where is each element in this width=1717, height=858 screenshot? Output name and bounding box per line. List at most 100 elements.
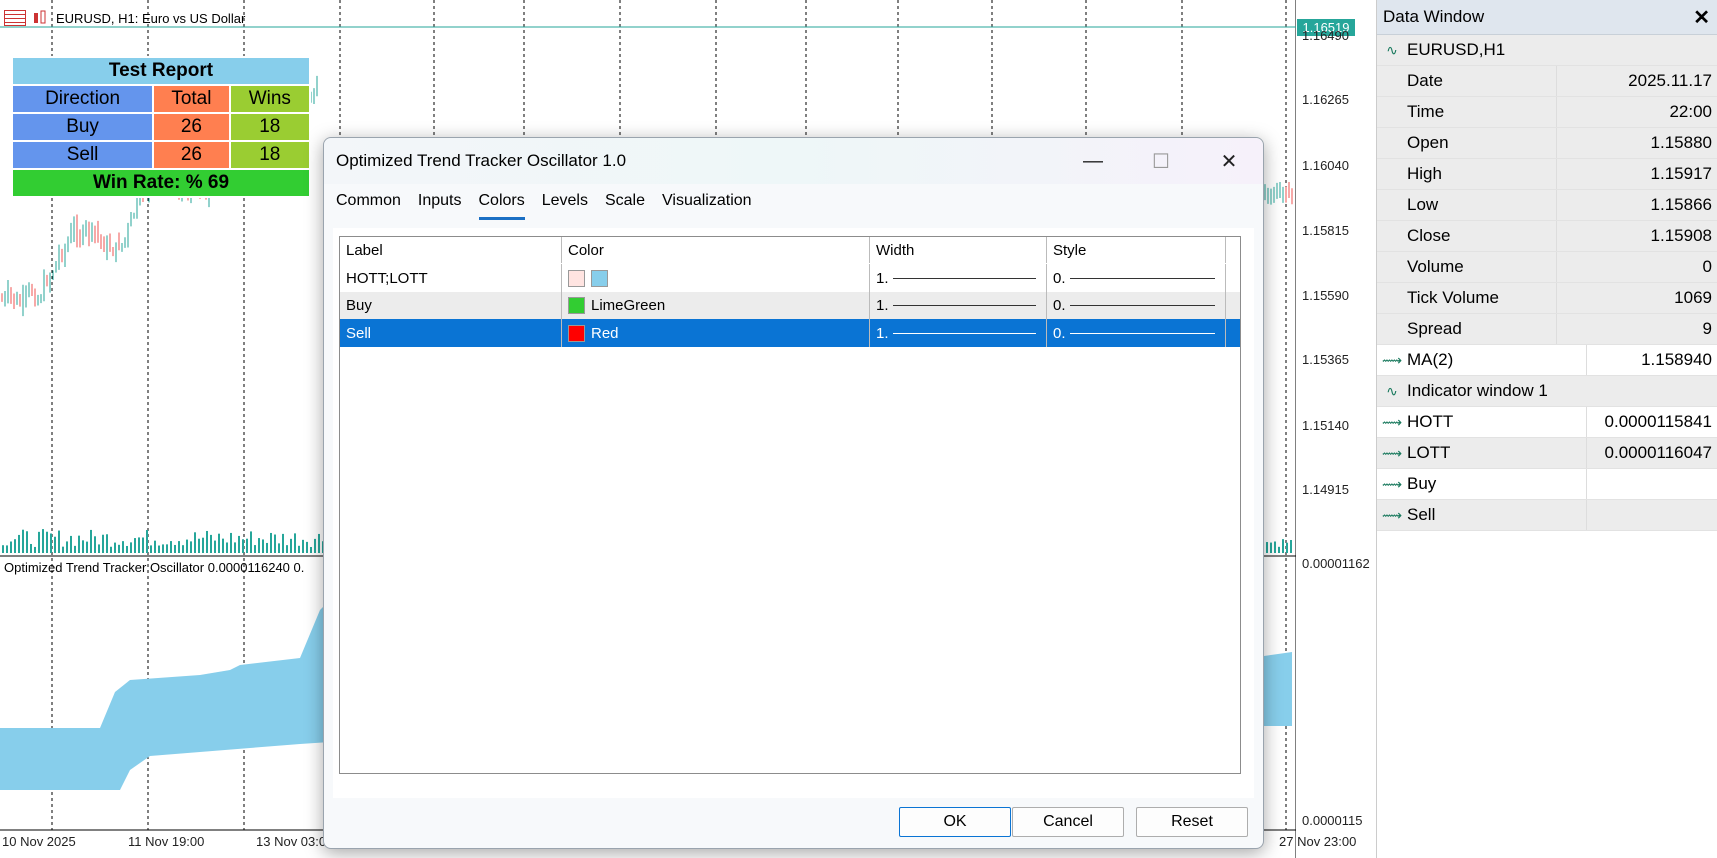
indicator-properties-dialog[interactable]: Optimized Trend Tracker Oscillator 1.0 —… xyxy=(323,137,1264,849)
report-row-buy: Buy 26 18 xyxy=(13,114,309,140)
grid-cell-color[interactable]: Red xyxy=(562,319,870,347)
volume-bar xyxy=(194,532,196,553)
volume-bar xyxy=(122,541,124,553)
tab-inputs[interactable]: Inputs xyxy=(418,192,462,220)
ok-button[interactable]: OK xyxy=(899,807,1011,837)
volume-bar xyxy=(134,538,136,553)
data-window-row[interactable]: Low 1.15866 xyxy=(1377,190,1717,221)
volume-bar xyxy=(210,534,212,553)
volume-bar xyxy=(1278,546,1280,553)
data-window-title: Data Window xyxy=(1383,7,1485,26)
report-cell-direction: Sell xyxy=(13,142,153,168)
data-window-key: MA(2) xyxy=(1407,345,1587,375)
volume-bar xyxy=(174,544,176,553)
volume-bar xyxy=(74,545,76,553)
data-window-indicator-section[interactable]: ∿ Indicator window 1 xyxy=(1377,376,1717,407)
indicator-icon: ⟿ xyxy=(1381,444,1403,461)
tab-visualization[interactable]: Visualization xyxy=(662,192,752,220)
color-swatch[interactable] xyxy=(591,269,608,287)
volume-bar xyxy=(230,532,232,553)
style-value: 0. xyxy=(1053,324,1066,342)
volume-bar xyxy=(42,529,44,553)
volume-bar xyxy=(146,530,148,553)
data-window-row[interactable]: ⟿ Buy xyxy=(1377,469,1717,500)
indicator-icon: ⟿ xyxy=(1381,475,1403,492)
volume-bar xyxy=(186,539,188,553)
price-tick-label: 1.15140 xyxy=(1302,418,1349,433)
grid-cell-width[interactable]: 1. xyxy=(870,291,1047,320)
data-window-row[interactable]: ⟿ Sell xyxy=(1377,500,1717,531)
style-value: 0. xyxy=(1053,269,1066,287)
volume-bar xyxy=(38,531,40,553)
data-window-row[interactable]: Spread 9 xyxy=(1377,314,1717,345)
volume-bar xyxy=(114,542,116,553)
indicator-tick-label: 0.00001162 xyxy=(1302,556,1370,571)
data-window-row[interactable]: Date 2025.11.17 xyxy=(1377,66,1717,97)
colors-grid[interactable]: Label Color Width Style HOTT;LOTT 1. 0. Buy… xyxy=(339,236,1241,774)
data-window-key: Time xyxy=(1377,97,1557,127)
data-window-row[interactable]: Time 22:00 xyxy=(1377,97,1717,128)
data-window-row[interactable]: ⟿ HOTT 0.0000115841 xyxy=(1377,407,1717,438)
grid-cell-label: Buy xyxy=(340,291,562,320)
minimize-button[interactable]: — xyxy=(1059,138,1127,184)
color-swatch[interactable] xyxy=(568,297,585,314)
grid-cell-color[interactable] xyxy=(562,264,870,292)
volume-bar xyxy=(162,544,164,553)
data-window-row[interactable]: ⟿ LOTT 0.0000116047 xyxy=(1377,438,1717,469)
grid-header-width: Width xyxy=(870,237,1047,263)
data-window-value: 1.15880 xyxy=(1650,133,1712,152)
report-cell-wins: 18 xyxy=(230,142,309,168)
volume-bar xyxy=(274,534,276,553)
volume-bar xyxy=(258,538,260,553)
reset-button[interactable]: Reset xyxy=(1136,807,1248,837)
data-window-key: Sell xyxy=(1407,500,1587,530)
data-window-row[interactable]: High 1.15917 xyxy=(1377,159,1717,190)
tab-common[interactable]: Common xyxy=(336,192,401,220)
volume-bar xyxy=(298,545,300,553)
tab-colors[interactable]: Colors xyxy=(478,192,525,220)
time-tick-label: 27 Nov 23:00 xyxy=(1279,834,1357,849)
data-window-row[interactable]: Close 1.15908 xyxy=(1377,221,1717,252)
volume-bar xyxy=(22,529,24,553)
time-tick-label: 10 Nov 2025 xyxy=(2,834,76,849)
report-win-rate: Win Rate: % 69 xyxy=(13,170,309,196)
tab-levels[interactable]: Levels xyxy=(542,192,588,220)
report-row-sell: Sell 26 18 xyxy=(13,142,309,168)
chart-type-icon[interactable] xyxy=(32,10,50,26)
data-window-row-ma[interactable]: ⟿ MA(2) 1.158940 xyxy=(1377,345,1717,376)
data-window-symbol-row[interactable]: ∿ EURUSD,H1 xyxy=(1377,35,1717,66)
data-window-row[interactable]: Tick Volume 1069 xyxy=(1377,283,1717,314)
grid-cell-color[interactable]: LimeGreen xyxy=(562,291,870,320)
cancel-button[interactable]: Cancel xyxy=(1012,807,1124,837)
color-swatch[interactable] xyxy=(568,269,585,287)
grid-cell-style[interactable]: 0. xyxy=(1047,319,1226,347)
width-value: 1. xyxy=(876,269,889,287)
grid-row-buy[interactable]: Buy LimeGreen 1. 0. xyxy=(340,291,1240,320)
grid-row-hott-lott[interactable]: HOTT;LOTT 1. 0. xyxy=(340,264,1240,292)
data-window-row[interactable]: Volume 0 xyxy=(1377,252,1717,283)
grid-cell-style[interactable]: 0. xyxy=(1047,264,1226,292)
color-swatch[interactable] xyxy=(568,324,585,342)
volume-bar xyxy=(262,539,264,553)
close-button[interactable]: ✕ xyxy=(1195,138,1263,184)
price-tick-label: 1.16040 xyxy=(1302,158,1349,173)
line-style-preview xyxy=(1069,305,1215,306)
grid-cell-style[interactable]: 0. xyxy=(1047,291,1226,320)
chart-list-icon[interactable] xyxy=(4,10,26,26)
close-icon[interactable]: ✕ xyxy=(1693,5,1710,30)
report-header-total: Total xyxy=(154,86,229,112)
data-window-key: Spread xyxy=(1377,314,1557,344)
data-window-row[interactable]: Open 1.15880 xyxy=(1377,128,1717,159)
volume-bar xyxy=(314,538,316,553)
volume-bar xyxy=(30,543,32,553)
grid-cell-width[interactable]: 1. xyxy=(870,264,1047,292)
data-window-value: 0.0000115841 xyxy=(1604,412,1712,431)
grid-cell-width[interactable]: 1. xyxy=(870,319,1047,347)
volume-bar xyxy=(306,541,308,553)
tab-scale[interactable]: Scale xyxy=(605,192,645,220)
volume-bar xyxy=(82,540,84,553)
grid-row-sell[interactable]: Sell Red 1. 0. xyxy=(340,319,1240,347)
maximize-button[interactable]: ☐ xyxy=(1127,138,1195,184)
volume-bar xyxy=(1270,542,1272,553)
time-tick-label: 11 Nov 19:00 xyxy=(128,834,205,849)
